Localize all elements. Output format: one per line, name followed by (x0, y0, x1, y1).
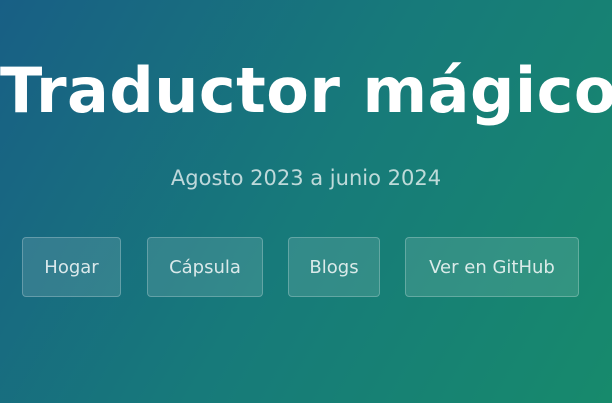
page-title: Traductor mágico (0, 54, 612, 127)
view-on-github-button[interactable]: Ver en GitHub (405, 237, 579, 297)
date-range-subtitle: Agosto 2023 a junio 2024 (170, 166, 442, 190)
home-button[interactable]: Hogar (22, 237, 121, 297)
blogs-button[interactable]: Blogs (288, 237, 380, 297)
capsule-button[interactable]: Cápsula (147, 237, 263, 297)
hero-section: Traductor mágico Agosto 2023 a junio 202… (0, 0, 612, 403)
